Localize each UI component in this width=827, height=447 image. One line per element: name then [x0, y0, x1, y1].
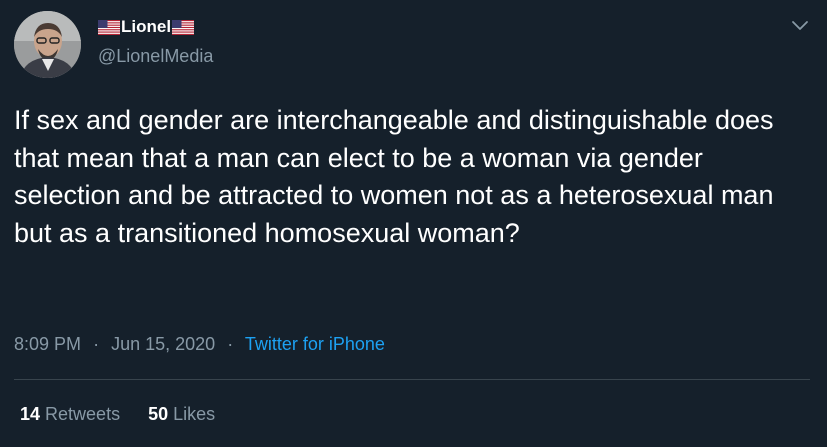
- tweet-text: If sex and gender are interchangeable an…: [14, 105, 774, 248]
- author-handle[interactable]: @LionelMedia: [98, 45, 213, 67]
- us-flag-icon: [98, 19, 120, 35]
- tweet-time[interactable]: 8:09 PM: [14, 334, 81, 354]
- divider: [14, 379, 810, 380]
- tweet-meta: 8:09 PM · Jun 15, 2020 · Twitter for iPh…: [14, 332, 385, 356]
- chevron-down-icon[interactable]: [790, 18, 810, 32]
- meta-separator: ·: [227, 334, 234, 354]
- retweets-count: 14: [20, 404, 41, 424]
- author-display-name[interactable]: Lionel: [121, 16, 171, 38]
- tweet-stats: 14 Retweets 50 Likes: [20, 402, 243, 426]
- avatar[interactable]: [14, 11, 81, 78]
- us-flag-icon: [172, 19, 195, 35]
- retweets-label: Retweets: [45, 404, 121, 424]
- avatar-photo: [14, 11, 81, 78]
- likes-count: 50: [148, 404, 169, 424]
- retweets-stat[interactable]: 14 Retweets: [20, 402, 120, 426]
- tweet-source-link[interactable]: Twitter for iPhone: [245, 334, 385, 354]
- meta-separator: ·: [93, 334, 100, 354]
- likes-stat[interactable]: 50 Likes: [148, 402, 215, 426]
- tweet-date[interactable]: Jun 15, 2020: [111, 334, 215, 354]
- author-name-row[interactable]: Lionel: [98, 16, 195, 38]
- likes-label: Likes: [173, 404, 216, 424]
- tweet-card: Lionel @LionelMedia If sex and gender ar…: [0, 0, 827, 447]
